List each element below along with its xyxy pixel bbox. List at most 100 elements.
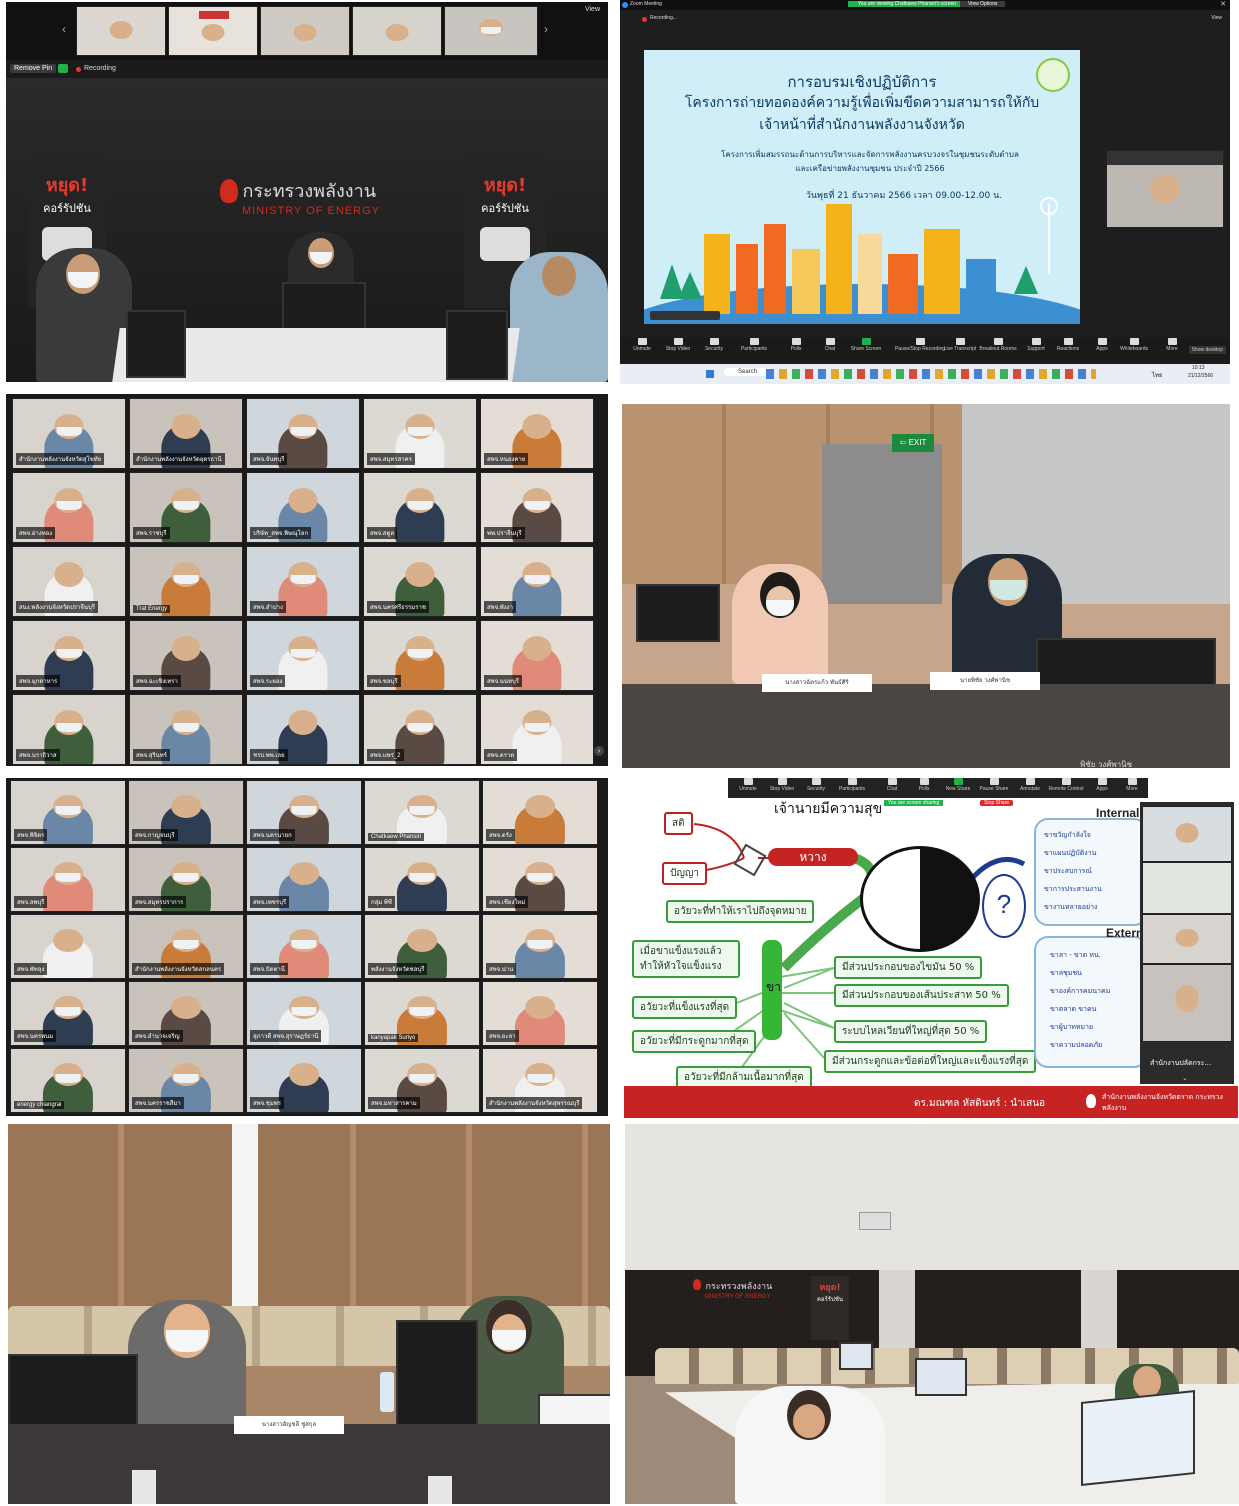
prev-arrow-icon[interactable]: ‹ (62, 22, 66, 36)
participant-tile[interactable]: สพจ.จันทบุรี (246, 398, 360, 469)
projector (859, 1212, 891, 1230)
participant-tile[interactable]: สพจ.สตูล (363, 472, 477, 543)
toolbar-stop-video[interactable]: Stop Video (658, 338, 698, 352)
participant-tile[interactable]: สพจ.นครนายก (246, 780, 362, 845)
participant-tile[interactable]: สพจ.กาญจนบุรี (128, 780, 244, 845)
participant-tile[interactable]: สพจ.ราชบุรี (129, 472, 243, 543)
participant-tile[interactable]: สพจ.นครศรีธรรมราช (363, 546, 477, 617)
participant-name-label: สพจ.เชียงใหม่ (486, 896, 529, 908)
thumb-3[interactable] (260, 6, 350, 56)
right-item-1: มีส่วนประกอบของไขมัน 50 % (834, 956, 983, 979)
participant-tile[interactable]: สพจ.อำนาจเจริญ (128, 981, 244, 1046)
participant-tile[interactable]: สพจ.เพชรบุรี (246, 847, 362, 912)
mindmap-footer: ดร.มณฑล หัสดินทร์ : นำเสนอ สำนักงานพลังง… (624, 1086, 1238, 1118)
toolbar-more[interactable]: More (1152, 338, 1192, 352)
participant-tile[interactable]: สพจ.ชลบุรี (363, 620, 477, 691)
participant-tile[interactable]: สำนักงานพลังงานจังหวัดอุดรธานี (129, 398, 243, 469)
participant-tile[interactable]: สพจ.อ่างทอง (12, 472, 126, 543)
participant-tile[interactable]: สพจ.สมุทรปราการ (128, 847, 244, 912)
participant-tile[interactable]: สพจ.แพร่_2 (363, 694, 477, 765)
participant-tile[interactable]: ชรบ.พพ.เลย (246, 694, 360, 765)
annotation-toolbar[interactable] (650, 311, 720, 320)
thumb-4[interactable] (352, 6, 442, 56)
windows-start-icon[interactable] (706, 370, 714, 378)
toolbar-breakout-rooms[interactable]: Breakout Rooms (978, 338, 1018, 352)
toolbar-security[interactable]: Security (694, 338, 734, 352)
view-button[interactable]: View (585, 6, 600, 13)
participant-tile[interactable]: สพจ.ตรัง (482, 780, 598, 845)
participant-tile[interactable]: สพจ.ฉะเชิงเทรา (129, 620, 243, 691)
participant-tile[interactable]: สพจ.ยะลา (482, 981, 598, 1046)
participant-name-label: สพจ.สมุทรสาคร (367, 453, 415, 465)
toolbar-participants[interactable]: Participants (734, 338, 774, 352)
participant-tile[interactable]: สพจ.นราธิวาส (12, 694, 126, 765)
participant-tile[interactable]: สพจ.หนองคาย (480, 398, 594, 469)
participant-tile[interactable]: สพจ.พิจิตร (10, 780, 126, 845)
participant-tile[interactable]: Trat Energy (129, 546, 243, 617)
side-video-3[interactable] (1142, 914, 1232, 964)
participant-tile[interactable]: สพจ.เชียงใหม่ (482, 847, 598, 912)
thumb-1[interactable] (76, 6, 166, 56)
toolbar-share-screen[interactable]: Share Screen (846, 338, 886, 352)
remove-pin-button[interactable]: Remove Pin (10, 64, 57, 73)
participant-tile[interactable]: สำนักงานพลังงานจังหวัดสุพรรณบุรี (482, 1048, 598, 1113)
show-desktop-button[interactable]: Show desktop (1188, 346, 1226, 354)
participant-tile[interactable]: บริษัท_สพจ.พิษณุโลก (246, 472, 360, 543)
close-icon[interactable]: ✕ (1220, 0, 1226, 8)
participant-tile[interactable]: kanyapak Suriyo (364, 981, 480, 1046)
participant-tile[interactable]: สพจ.พัทลุง (10, 914, 126, 979)
participant-name-label: สพจ.ลำปาง (250, 601, 286, 613)
participant-tile[interactable]: สพจ.พังงา (480, 546, 594, 617)
participant-tile[interactable]: สพจ.มุกดาหาร (12, 620, 126, 691)
participant-tile[interactable]: สพจ.สมุทรสาคร (363, 398, 477, 469)
panel-mindmap-share: Unmute Stop Video Security Participants … (624, 778, 1238, 1118)
taskbar-app-icons[interactable] (766, 369, 1096, 379)
participant-tile[interactable]: สพจ.ชุมพร (246, 1048, 362, 1113)
view-button[interactable]: View (1211, 15, 1222, 21)
participant-tile[interactable]: สพจ.ลำปาง (246, 546, 360, 617)
side-video-1[interactable] (1142, 806, 1232, 862)
participant-tile[interactable]: สพจ.ลพบุรี (10, 847, 126, 912)
participant-tile[interactable]: สพจ.ระยอง (246, 620, 360, 691)
toolbar-whiteboards[interactable]: Whiteboards (1114, 338, 1154, 352)
side-video-4[interactable] (1142, 964, 1232, 1042)
participant-tile[interactable]: energy chiangrai (10, 1048, 126, 1113)
participant-tile[interactable]: สพจ.นครราชสีมา (128, 1048, 244, 1113)
panel-ministry-meeting-room: ‹ › View Remove Pin Recording กระทรวงพลั… (6, 2, 608, 382)
participant-tile[interactable]: สพจ.สุรินทร์ (129, 694, 243, 765)
node-kha: ขา (766, 980, 781, 994)
thumb-2[interactable] (168, 6, 258, 56)
participant-name-label: สพจ.ลพบุรี (14, 896, 48, 908)
taskbar-search[interactable]: Search (724, 368, 772, 376)
cup-left (132, 1470, 156, 1504)
flame-icon (220, 178, 238, 203)
toolbar-live-transcript[interactable]: Live Transcript (940, 338, 980, 352)
presenter-credit: ดร.มณฑล หัสดินทร์ : นำเสนอ (914, 1098, 1046, 1109)
participant-tile[interactable]: สำนักงานพลังงานจังหวัดสกลนคร (128, 914, 244, 979)
participant-tile[interactable]: สพจ.นนทบุรี (480, 620, 594, 691)
participant-tile[interactable]: สำนักงานพลังงานจังหวัดสุโขทัย (12, 398, 126, 469)
next-page-arrow-icon[interactable]: › (594, 746, 604, 756)
participant-tile[interactable]: พพ.ปราจีนบุรี (480, 472, 594, 543)
next-arrow-icon[interactable]: › (544, 22, 548, 36)
participant-tile[interactable]: สุภาวดี สพจ.สุราษฎร์ธานี (246, 981, 362, 1046)
toolbar-unmute[interactable]: Unmute (622, 338, 662, 352)
participant-tile[interactable]: กลุ่ม พีซี (364, 847, 480, 912)
toolbar-chat[interactable]: Chat (810, 338, 850, 352)
participant-tile[interactable]: Chatkaew Phansiri (364, 780, 480, 845)
participant-tile[interactable]: พลังงานจังหวัดชลบุรี (364, 914, 480, 979)
participant-tile[interactable]: สพจ.ปัตตานี (246, 914, 362, 979)
view-options-button[interactable]: View Options (960, 1, 1006, 7)
participant-side-panel: สำนักงานปลัดกระ... ⌄ (1140, 802, 1234, 1084)
side-video-2[interactable] (1142, 862, 1232, 914)
self-view-video[interactable] (1106, 150, 1224, 228)
chevron-down-icon[interactable]: ⌄ (1182, 1074, 1188, 1082)
participant-tile[interactable]: สพจ.น่าน (482, 914, 598, 979)
shield-icon[interactable] (58, 64, 68, 73)
tray-language[interactable]: ไทย (1152, 370, 1163, 380)
participant-tile[interactable]: สพจ.นครพนม (10, 981, 126, 1046)
participant-tile[interactable]: สนง.พลังงานจังหวัดปราจีนบุรี (12, 546, 126, 617)
participant-tile[interactable]: สพจ.ตราด (480, 694, 594, 765)
participant-tile[interactable]: สพจ.มหาสารคาม (364, 1048, 480, 1113)
thumb-5[interactable] (444, 6, 538, 56)
